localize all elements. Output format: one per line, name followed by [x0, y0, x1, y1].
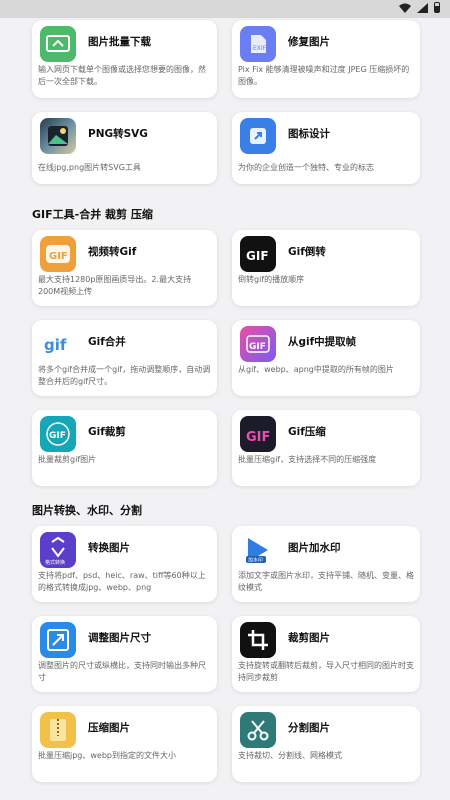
- tool-desc: 将多个gif合并成一个gif，拖动调整顺序，自动调整合并后的gif尺寸。: [38, 365, 211, 386]
- tool-title: Gif裁剪: [88, 426, 126, 438]
- tool-card-logo-design[interactable]: 图标设计 为你的企业创造一个独特、专业的标志: [232, 112, 420, 184]
- tool-card-gif-compress[interactable]: GIF Gif压缩 批量压缩gif，支持选择不同的压缩强度: [232, 410, 420, 486]
- tool-card-compress[interactable]: 压缩图片 批量压缩jpg、webp到指定的文件大小: [32, 706, 217, 782]
- tool-card-video-to-gif[interactable]: GIF 视频转Gif 最大支持1280p原图画质导出。2.最大支持200M视频上…: [32, 230, 217, 306]
- tool-title: 从gif中提取帧: [288, 336, 357, 348]
- wifi-icon: [399, 3, 411, 13]
- tool-title: PNG转SVG: [88, 128, 148, 140]
- tool-card-gif-reverse[interactable]: GIF Gif倒转 倒转gif的播放顺序: [232, 230, 420, 306]
- tool-desc: Pix Fix 能够清理被噪声和过度 JPEG 压缩损坏的图像。: [238, 65, 410, 86]
- gif-compress-icon: GIF: [240, 416, 276, 452]
- section-title-convert: 图片转换、水印、分割: [32, 504, 142, 517]
- tool-desc: 输入网页下载单个图像或选择您想要的图像，然后一次全部下载。: [38, 65, 206, 86]
- tool-title: Gif压缩: [288, 426, 326, 438]
- exif-image-icon: EXIF: [240, 26, 276, 62]
- badge-text: 加水印: [248, 557, 263, 564]
- scissors-icon: [240, 712, 276, 748]
- gif-crop-icon: GIF: [40, 416, 76, 452]
- tool-desc: 批量压缩gif，支持选择不同的压缩强度: [238, 455, 377, 464]
- tool-desc: 从gif、webp、apng中提取的所有帧的图片: [238, 365, 394, 374]
- status-icons: [399, 2, 440, 13]
- tool-title: 图标设计: [288, 128, 330, 140]
- tool-desc: 倒转gif的播放顺序: [238, 275, 305, 284]
- tool-card-watermark[interactable]: 加水印 图片加水印 添加文字或图片水印，支持平铺、随机、变量、格纹模式: [232, 526, 420, 602]
- badge-text: GIF: [49, 431, 66, 441]
- badge-text: 格式转换: [45, 559, 65, 566]
- tool-card-gif-crop[interactable]: GIF Gif裁剪 批量裁剪gif图片: [32, 410, 217, 486]
- badge-text: GIF: [49, 251, 68, 262]
- tool-title: 图片批量下载: [88, 36, 151, 48]
- status-bar: [0, 0, 450, 18]
- watermark-icon: 加水印: [240, 532, 276, 568]
- image-download-icon: [40, 26, 76, 62]
- tool-desc: 支持旋转或翻转后裁剪，导入尺寸相同的图片时支持同步裁剪: [238, 661, 414, 682]
- tool-desc: 最大支持1280p原图画质导出。2.最大支持200M视频上传: [38, 275, 192, 296]
- logo-design-icon: [240, 118, 276, 154]
- tool-card-resize[interactable]: 调整图片尺寸 调整图片的尺寸或纵横比，支持同时输出多种尺寸: [32, 616, 217, 692]
- tool-desc: 在线jpg,png图片转SVG工具: [38, 163, 141, 172]
- tool-card-gif-merge[interactable]: gif Gif合并 将多个gif合并成一个gif，拖动调整顺序，自动调整合并后的…: [32, 320, 217, 396]
- section-title-gif: GIF工具-合并 裁剪 压缩: [32, 208, 153, 221]
- badge-text: GIF: [246, 430, 270, 445]
- png-to-svg-icon: [40, 118, 76, 154]
- battery-icon: [434, 2, 440, 13]
- svg-text:EXIF: EXIF: [253, 45, 267, 52]
- tool-card-batch-download[interactable]: 图片批量下载 输入网页下载单个图像或选择您想要的图像，然后一次全部下载。: [32, 20, 217, 98]
- tool-title: 图片加水印: [288, 542, 341, 554]
- tool-card-split[interactable]: 分割图片 支持裁切、分割线、网格模式: [232, 706, 420, 782]
- tool-title: 调整图片尺寸: [88, 632, 151, 644]
- compress-icon: [40, 712, 76, 748]
- tool-title: Gif倒转: [288, 246, 326, 258]
- tool-card-png-svg[interactable]: PNG转SVG 在线jpg,png图片转SVG工具: [32, 112, 217, 184]
- gif-merge-icon: gif: [40, 326, 76, 362]
- tool-desc: 支持将pdf、psd、heic、raw、tiff等60种以上的格式转换成jpg、…: [38, 571, 206, 592]
- tool-card-gif-extract[interactable]: GIF 从gif中提取帧 从gif、webp、apng中提取的所有帧的图片: [232, 320, 420, 396]
- badge-text: GIF: [246, 249, 269, 263]
- tool-title: 视频转Gif: [88, 246, 137, 258]
- tool-desc: 添加文字或图片水印，支持平铺、随机、变量、格纹模式: [238, 571, 414, 592]
- crop-icon: [240, 622, 276, 658]
- convert-format-icon: 格式转换: [40, 532, 76, 568]
- gif-extract-frames-icon: GIF: [240, 326, 276, 362]
- badge-text: gif: [44, 336, 67, 354]
- gif-reverse-icon: GIF: [240, 236, 276, 272]
- tool-title: Gif合并: [88, 336, 126, 348]
- signal-icon: [417, 2, 428, 13]
- tool-desc: 支持裁切、分割线、网格模式: [238, 751, 342, 760]
- resize-icon: [40, 622, 76, 658]
- tool-title: 压缩图片: [88, 722, 130, 734]
- tool-title: 裁剪图片: [288, 632, 330, 644]
- video-to-gif-icon: GIF: [40, 236, 76, 272]
- tool-desc: 为你的企业创造一个独特、专业的标志: [238, 163, 374, 172]
- tool-card-fix-image[interactable]: EXIF 修复图片 Pix Fix 能够清理被噪声和过度 JPEG 压缩损坏的图…: [232, 20, 420, 98]
- tool-desc: 批量裁剪gif图片: [38, 455, 97, 464]
- badge-text: GIF: [249, 342, 266, 352]
- tool-title: 修复图片: [288, 36, 330, 48]
- tool-card-convert[interactable]: 格式转换 转换图片 支持将pdf、psd、heic、raw、tiff等60种以上…: [32, 526, 217, 602]
- tool-desc: 调整图片的尺寸或纵横比，支持同时输出多种尺寸: [38, 661, 206, 682]
- tool-title: 转换图片: [88, 542, 130, 554]
- tool-desc: 批量压缩jpg、webp到指定的文件大小: [38, 751, 176, 760]
- tool-list[interactable]: 图片批量下载 输入网页下载单个图像或选择您想要的图像，然后一次全部下载。 EXI…: [0, 18, 450, 800]
- tool-title: 分割图片: [288, 722, 330, 734]
- tool-card-crop[interactable]: 裁剪图片 支持旋转或翻转后裁剪，导入尺寸相同的图片时支持同步裁剪: [232, 616, 420, 692]
